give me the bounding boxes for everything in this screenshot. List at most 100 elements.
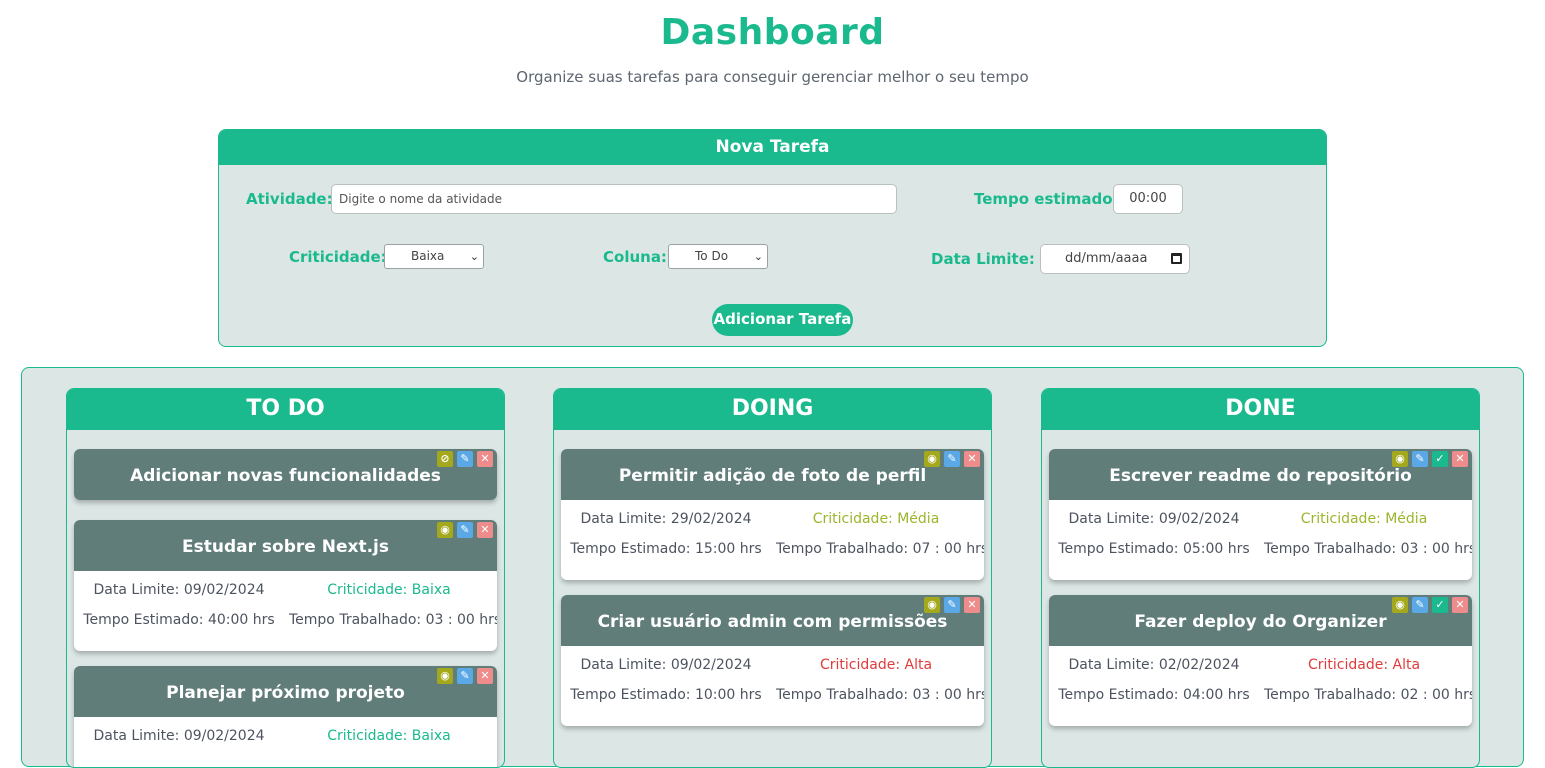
- column-select[interactable]: To Do ⌄: [668, 244, 768, 269]
- task-actions: ◉ ✎ ✓ ✕: [1392, 597, 1468, 613]
- task-title: Fazer deploy do Organizer: [1134, 612, 1387, 632]
- column-done: DONE Escrever readme do repositório ◉ ✎ ✓ ✕ D…: [1041, 388, 1480, 768]
- close-icon[interactable]: ✕: [477, 451, 493, 467]
- close-icon[interactable]: ✕: [477, 522, 493, 538]
- task-card-body: Data Limite: 09/02/2024 Criticidade: Alta…: [561, 646, 984, 726]
- check-icon[interactable]: ✓: [1432, 451, 1448, 467]
- task-deadline: Data Limite: 09/02/2024: [1068, 511, 1240, 527]
- close-icon[interactable]: ✕: [1452, 451, 1468, 467]
- task-actions: ◉ ✎ ✕: [924, 451, 980, 467]
- task-criticality: Criticidade: Média: [1300, 511, 1428, 527]
- task-estimated-time: Tempo Estimado: 10:00 hrs: [570, 687, 762, 703]
- task-card-body: Data Limite: 29/02/2024 Criticidade: Médi…: [561, 500, 984, 580]
- deadline-label: Data Limite:: [931, 250, 1035, 268]
- task-card-body: Data Limite: 09/02/2024 Criticidade: Médi…: [1049, 500, 1472, 580]
- add-task-button[interactable]: Adicionar Tarefa: [712, 304, 853, 336]
- edit-icon[interactable]: ✎: [457, 522, 473, 538]
- task-card[interactable]: Escrever readme do repositório ◉ ✎ ✓ ✕ Data L…: [1049, 449, 1472, 580]
- task-criticality: Criticidade: Média: [812, 511, 940, 527]
- close-icon[interactable]: ✕: [964, 597, 980, 613]
- edit-icon[interactable]: ✎: [944, 597, 960, 613]
- task-card-body: Data Limite: 02/02/2024 Criticidade: Alta…: [1049, 646, 1472, 726]
- column-title: DOING: [554, 389, 991, 430]
- task-card[interactable]: Adicionar novas funcionalidades ⊘ ✎ ✕: [74, 449, 497, 500]
- estimated-time-input[interactable]: 00:00: [1113, 184, 1183, 214]
- task-criticality: Criticidade: Alta: [1307, 657, 1421, 673]
- task-criticality: Criticidade: Baixa: [327, 728, 451, 744]
- task-card-body: Data Limite: 09/02/2024 Criticidade: Baix…: [74, 571, 497, 651]
- column-todo: TO DO Adicionar novas funcionalidades ⊘ ✎ ✕…: [66, 388, 505, 768]
- new-task-form: Nova Tarefa Atividade: Digite o nome da …: [218, 129, 1327, 347]
- kanban-board: TO DO Adicionar novas funcionalidades ⊘ ✎ ✕…: [21, 367, 1524, 768]
- task-deadline: Data Limite: 02/02/2024: [1068, 657, 1240, 673]
- task-estimated-time: Tempo Estimado: 15:00 hrs: [570, 541, 762, 557]
- task-card[interactable]: Permitir adição de foto de perfil ◉ ✎ ✕ Data…: [561, 449, 984, 580]
- eye-off-icon[interactable]: ⊘: [437, 451, 453, 467]
- edit-icon[interactable]: ✎: [457, 668, 473, 684]
- estimated-time-label: Tempo estimado:: [974, 190, 1119, 208]
- column-title: TO DO: [67, 389, 504, 430]
- check-icon[interactable]: ✓: [1432, 597, 1448, 613]
- task-card-body: Data Limite: 09/02/2024 Criticidade: Baix…: [74, 717, 497, 767]
- eye-icon[interactable]: ◉: [924, 597, 940, 613]
- chevron-down-icon: ⌄: [469, 250, 479, 263]
- task-deadline: Data Limite: 29/02/2024: [580, 511, 752, 527]
- task-actions: ◉ ✎ ✓ ✕: [1392, 451, 1468, 467]
- close-icon[interactable]: ✕: [1452, 597, 1468, 613]
- task-estimated-time: Tempo Estimado: 40:00 hrs: [83, 612, 275, 628]
- task-card[interactable]: Planejar próximo projeto ◉ ✎ ✕ Data Limite: …: [74, 666, 497, 767]
- task-worked-time: Tempo Trabalhado: 07 : 00 hrs: [776, 541, 984, 557]
- task-deadline: Data Limite: 09/02/2024: [93, 728, 265, 744]
- task-worked-time: Tempo Trabalhado: 03 : 00 hrs: [1264, 541, 1472, 557]
- column-value: To Do: [695, 249, 729, 263]
- page-subtitle: Organize suas tarefas para conseguir ger…: [516, 68, 1029, 86]
- task-title: Estudar sobre Next.js: [182, 537, 389, 557]
- task-worked-time: Tempo Trabalhado: 03 : 00 hrs: [776, 687, 984, 703]
- criticality-label: Criticidade:: [289, 248, 387, 266]
- task-card-header: Fazer deploy do Organizer ◉ ✎ ✓ ✕: [1049, 595, 1472, 646]
- eye-icon[interactable]: ◉: [1392, 451, 1408, 467]
- task-actions: ◉ ✎ ✕: [437, 668, 493, 684]
- task-estimated-time: Tempo Estimado: 04:00 hrs: [1058, 687, 1250, 703]
- column-label: Coluna:: [603, 248, 667, 266]
- task-actions: ⊘ ✎ ✕: [437, 451, 493, 467]
- task-worked-time: Tempo Trabalhado: 02 : 00 hrs: [1264, 687, 1472, 703]
- page-title: Dashboard: [660, 12, 885, 53]
- eye-icon[interactable]: ◉: [1392, 597, 1408, 613]
- task-deadline: Data Limite: 09/02/2024: [580, 657, 752, 673]
- task-title: Permitir adição de foto de perfil: [618, 466, 927, 486]
- criticality-select[interactable]: Baixa ⌄: [384, 244, 484, 269]
- column-title: DONE: [1042, 389, 1479, 430]
- task-card-header: Planejar próximo projeto ◉ ✎ ✕: [74, 666, 497, 717]
- eye-icon[interactable]: ◉: [437, 668, 453, 684]
- task-card-header: Adicionar novas funcionalidades ⊘ ✎ ✕: [74, 449, 497, 500]
- activity-input[interactable]: Digite o nome da atividade: [331, 184, 897, 214]
- close-icon[interactable]: ✕: [964, 451, 980, 467]
- task-criticality: Criticidade: Baixa: [327, 582, 451, 598]
- task-card[interactable]: Criar usuário admin com permissões ◉ ✎ ✕ Dat…: [561, 595, 984, 726]
- deadline-input[interactable]: dd/mm/aaaa: [1040, 244, 1190, 274]
- edit-icon[interactable]: ✎: [1412, 597, 1428, 613]
- task-card-header: Criar usuário admin com permissões ◉ ✎ ✕: [561, 595, 984, 646]
- task-card[interactable]: Fazer deploy do Organizer ◉ ✎ ✓ ✕ Data Limite…: [1049, 595, 1472, 726]
- criticality-value: Baixa: [411, 249, 445, 263]
- task-card-header: Permitir adição de foto de perfil ◉ ✎ ✕: [561, 449, 984, 500]
- task-card[interactable]: Estudar sobre Next.js ◉ ✎ ✕ Data Limite: 09/…: [74, 520, 497, 651]
- task-card-header: Estudar sobre Next.js ◉ ✎ ✕: [74, 520, 497, 571]
- task-title: Adicionar novas funcionalidades: [130, 466, 441, 486]
- eye-icon[interactable]: ◉: [437, 522, 453, 538]
- column-doing: DOING Permitir adição de foto de perfil ◉…: [553, 388, 992, 768]
- calendar-icon[interactable]: [1171, 253, 1182, 264]
- edit-icon[interactable]: ✎: [457, 451, 473, 467]
- task-estimated-time: Tempo Estimado: 05:00 hrs: [1058, 541, 1250, 557]
- eye-icon[interactable]: ◉: [924, 451, 940, 467]
- edit-icon[interactable]: ✎: [944, 451, 960, 467]
- task-actions: ◉ ✎ ✕: [437, 522, 493, 538]
- task-deadline: Data Limite: 09/02/2024: [93, 582, 265, 598]
- edit-icon[interactable]: ✎: [1412, 451, 1428, 467]
- activity-label: Atividade:: [246, 190, 333, 208]
- deadline-placeholder: dd/mm/aaaa: [1065, 251, 1148, 266]
- task-title: Planejar próximo projeto: [166, 683, 405, 703]
- close-icon[interactable]: ✕: [477, 668, 493, 684]
- task-card-header: Escrever readme do repositório ◉ ✎ ✓ ✕: [1049, 449, 1472, 500]
